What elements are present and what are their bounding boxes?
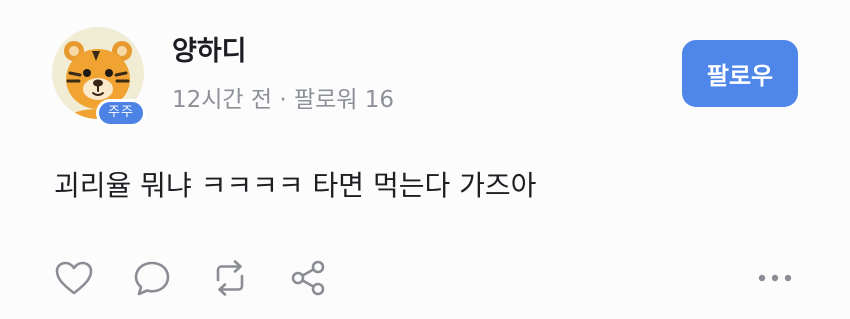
user-badge: 주주: [96, 99, 146, 127]
share-icon: [291, 260, 325, 296]
post-text: 괴리율 뭐냐 ㅋㅋㅋㅋ 타면 먹는다 가즈아: [54, 169, 537, 202]
post-meta: 12시간 전 · 팔로워 16: [172, 86, 394, 114]
more-options-button[interactable]: [752, 266, 798, 290]
more-icon: [758, 274, 792, 282]
share-button[interactable]: [286, 256, 330, 300]
avatar-container[interactable]: 주주: [52, 27, 146, 131]
meta-separator: ·: [279, 87, 287, 113]
like-button[interactable]: [52, 256, 96, 300]
heart-icon: [55, 261, 93, 295]
repost-icon: [216, 260, 244, 296]
post-time: 12시간 전: [172, 87, 273, 113]
username[interactable]: 양하디: [172, 36, 247, 68]
follow-button[interactable]: 팔로우: [682, 40, 798, 107]
comment-icon: [134, 261, 170, 296]
repost-button[interactable]: [208, 256, 252, 300]
follower-count[interactable]: 팔로워 16: [294, 87, 394, 113]
comment-button[interactable]: [130, 256, 174, 300]
post-card: 주주 양하디 12시간 전 · 팔로워 16 팔로우 괴리율 뭐냐 ㅋㅋㅋㅋ 타…: [0, 0, 850, 319]
